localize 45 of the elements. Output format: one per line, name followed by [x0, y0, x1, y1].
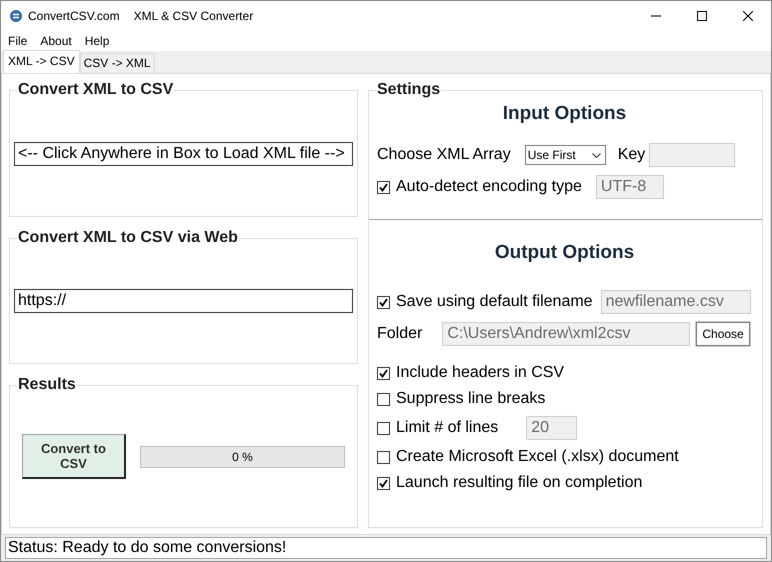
array-dropdown[interactable]: Use First	[524, 145, 606, 165]
window-title: XML & CSV Converter	[134, 9, 254, 23]
tab[interactable]: CSV -> XML	[80, 53, 155, 73]
convert-button[interactable]: Convert to CSV	[22, 434, 126, 479]
group-title: Convert XML to CSV via Web	[18, 229, 238, 246]
checkbox-label[interactable]: Include headers in CSV	[396, 364, 564, 382]
menu-item[interactable]: File	[1, 34, 34, 48]
menu-item[interactable]: About	[33, 34, 78, 48]
field-label: Folder	[377, 325, 422, 343]
checkbox-label[interactable]: Save using default filename	[396, 293, 593, 311]
limit-field[interactable]: 20	[526, 416, 578, 440]
checkbox-label[interactable]: Auto-detect encoding type	[396, 178, 582, 196]
checkbox-label[interactable]: Launch resulting file on completion	[396, 474, 642, 492]
app-name: ConvertCSV.com	[28, 9, 120, 23]
tab[interactable]: XML -> CSV	[3, 50, 80, 73]
checkbox[interactable]	[377, 296, 390, 308]
group-title: Results	[18, 376, 76, 393]
app-logo-icon	[10, 10, 22, 22]
checkbox[interactable]	[377, 392, 390, 406]
dropdown-value: Use First	[528, 148, 576, 162]
section-heading: Input Options	[502, 103, 628, 125]
checkbox[interactable]	[377, 450, 390, 464]
checkbox[interactable]	[377, 366, 390, 380]
caret-icon	[592, 152, 601, 158]
group-title: Settings	[377, 81, 440, 98]
url-field[interactable]: https://	[14, 289, 353, 313]
menu-item[interactable]: Help	[78, 34, 116, 48]
status-text: Status: Ready to do some conversions!	[5, 537, 767, 559]
filename-field[interactable]: newfilename.csv	[600, 290, 751, 314]
folder-field[interactable]: C:\Users\Andrew\xml2csv	[442, 322, 690, 346]
field-label: Key	[618, 146, 646, 164]
field-label: Choose XML Array	[377, 146, 511, 164]
checkbox-label[interactable]: Create Microsoft Excel (.xlsx) document	[396, 448, 679, 466]
checkbox-label[interactable]: Limit # of lines	[396, 419, 498, 437]
checkbox[interactable]	[377, 422, 390, 434]
section-heading: Output Options	[494, 242, 636, 264]
choose-button[interactable]: Choose	[696, 322, 750, 346]
progress-reading: 0 %	[232, 450, 253, 464]
group-title: Convert XML to CSV	[18, 81, 174, 98]
load-file-button[interactable]: <-- Click Anywhere in Box to Load XML file -->	[14, 142, 353, 166]
checkbox-label[interactable]: Suppress line breaks	[396, 390, 546, 408]
checkbox[interactable]	[377, 180, 390, 194]
checkbox[interactable]	[377, 476, 390, 490]
key-field[interactable]	[649, 143, 736, 167]
encoding-field[interactable]: UTF-8	[596, 175, 664, 199]
